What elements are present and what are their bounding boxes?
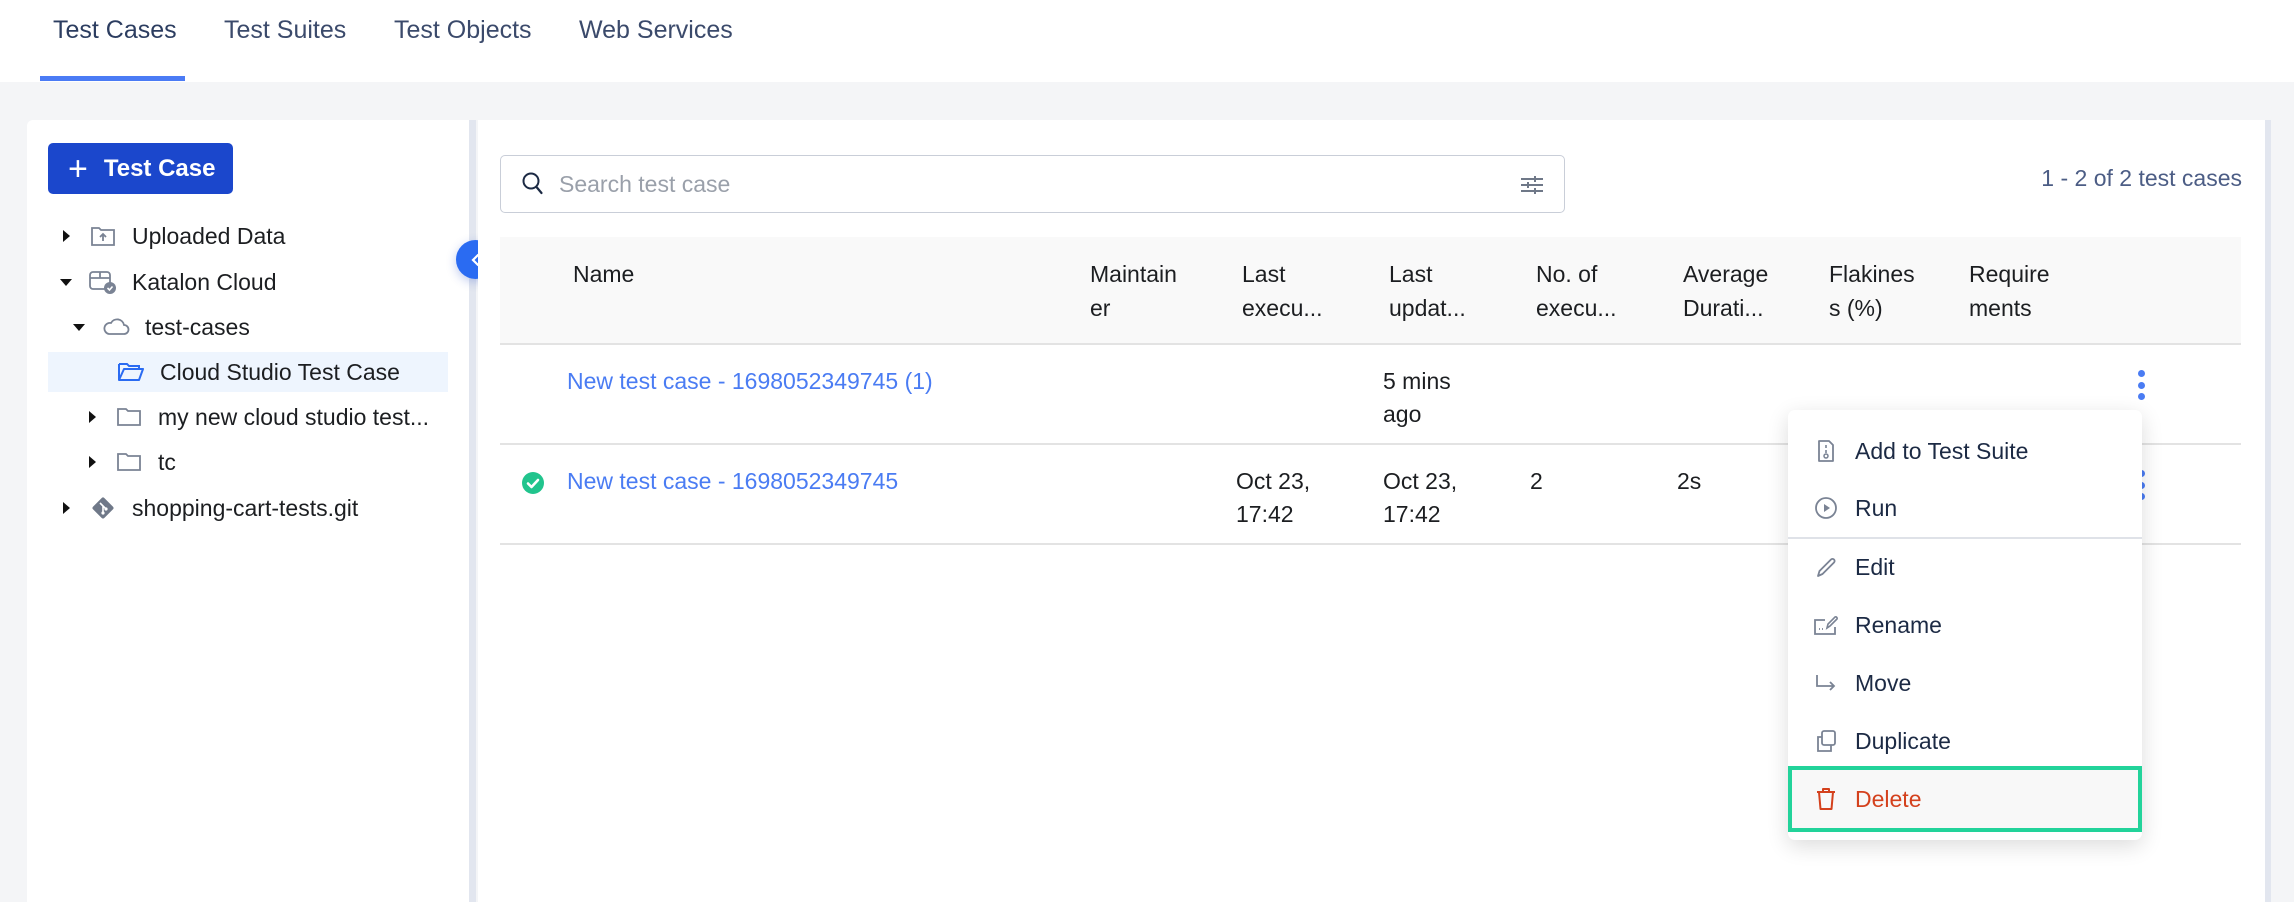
last-executed-cell: Oct 23, 17:42 xyxy=(1236,468,1311,527)
caret-down-icon[interactable] xyxy=(71,323,87,331)
menu-item-delete[interactable]: Delete xyxy=(1788,766,2142,832)
rename-icon xyxy=(1813,612,1839,638)
sidebar-resize-handle[interactable] xyxy=(469,120,476,902)
tree-item-label: test-cases xyxy=(145,313,250,340)
tree-item-katalon-cloud[interactable]: Katalon Cloud xyxy=(58,262,277,302)
tree-item-label: Katalon Cloud xyxy=(132,268,277,295)
right-scroll-gutter xyxy=(2265,120,2271,902)
tree-item-uploaded-data[interactable]: Uploaded Data xyxy=(58,216,285,256)
tree-item-my-new-cloud-studio-test[interactable]: my new cloud studio test... xyxy=(84,397,429,437)
menu-item-label: Move xyxy=(1855,669,1912,696)
folder-icon xyxy=(114,404,144,430)
last-updated-cell: Oct 23, 17:42 xyxy=(1383,468,1458,527)
move-arrow-icon xyxy=(1813,670,1839,696)
top-tab-bar: Test Cases Test Suites Test Objects Web … xyxy=(0,0,2294,82)
executions-count-cell: 2 xyxy=(1530,468,1543,494)
play-circle-icon xyxy=(1813,495,1839,521)
passed-status-icon xyxy=(522,472,544,494)
menu-item-label: Add to Test Suite xyxy=(1855,437,2029,464)
folder-open-icon xyxy=(116,359,146,385)
duplicate-icon xyxy=(1813,728,1839,754)
last-updated-cell: 5 mins ago xyxy=(1383,368,1451,427)
row-context-menu: Add to Test Suite Run Edit Rename Move D… xyxy=(1788,410,2142,840)
column-header-last-updated[interactable]: Last updat... xyxy=(1389,257,1466,325)
add-test-case-label: Test Case xyxy=(103,154,216,182)
menu-item-label: Edit xyxy=(1855,553,1895,580)
tree-item-test-cases[interactable]: test-cases xyxy=(71,307,250,347)
menu-item-rename[interactable]: Rename xyxy=(1788,596,2142,654)
menu-item-label: Run xyxy=(1855,494,1898,521)
column-header-requirements[interactable]: Require ments xyxy=(1969,257,2050,325)
cloud-storage-icon xyxy=(88,269,118,295)
menu-item-add-to-test-suite[interactable]: Add to Test Suite xyxy=(1788,422,2142,480)
pencil-icon xyxy=(1813,554,1839,580)
tree-item-label: Uploaded Data xyxy=(132,222,286,249)
active-tab-indicator xyxy=(40,76,185,81)
cloud-icon xyxy=(101,314,131,340)
tree-item-cloud-studio-test-case[interactable]: Cloud Studio Test Case xyxy=(48,352,448,392)
tab-test-objects[interactable]: Test Objects xyxy=(394,16,532,45)
caret-right-icon[interactable] xyxy=(84,456,100,468)
table-header: Name Maintain er Last execu... Last updat..… xyxy=(500,237,2241,345)
tree-item-label: tc xyxy=(158,448,176,475)
tab-test-suites[interactable]: Test Suites xyxy=(224,16,346,45)
tree-item-label: shopping-cart-tests.git xyxy=(132,494,359,521)
test-case-name-link[interactable]: New test case - 1698052349745 xyxy=(567,465,898,498)
search-input[interactable] xyxy=(559,170,1459,198)
add-test-case-button[interactable]: + Test Case xyxy=(48,143,233,194)
caret-right-icon[interactable] xyxy=(84,411,100,423)
column-header-flakiness[interactable]: Flakines s (%) xyxy=(1829,257,1915,325)
column-header-no-of-executions[interactable]: No. of execu... xyxy=(1536,257,1617,325)
menu-item-move[interactable]: Move xyxy=(1788,654,2142,712)
menu-item-label: Rename xyxy=(1855,611,1942,638)
results-count: 1 - 2 of 2 test cases xyxy=(2041,165,2242,191)
tree-item-label: Cloud Studio Test Case xyxy=(160,358,400,385)
filter-sliders-icon[interactable] xyxy=(1520,174,1544,201)
search-icon xyxy=(522,172,543,195)
column-header-maintainer[interactable]: Maintain er xyxy=(1090,257,1177,325)
column-header-average-duration[interactable]: Average Durati... xyxy=(1683,257,1768,325)
menu-item-duplicate[interactable]: Duplicate xyxy=(1788,712,2142,770)
row-actions-kebab-icon[interactable] xyxy=(2134,370,2148,400)
average-duration-cell: 2s xyxy=(1677,468,1702,494)
trash-icon xyxy=(1813,786,1839,812)
tab-web-services[interactable]: Web Services xyxy=(579,16,733,45)
tab-test-cases[interactable]: Test Cases xyxy=(53,16,177,45)
plus-icon: + xyxy=(68,149,88,188)
caret-down-icon[interactable] xyxy=(58,278,74,286)
test-case-name-link[interactable]: New test case - 1698052349745 (1) xyxy=(567,365,933,398)
column-header-name[interactable]: Name xyxy=(573,257,634,291)
tree-item-shopping-cart-tests-git[interactable]: shopping-cart-tests.git xyxy=(58,488,358,528)
menu-item-label: Duplicate xyxy=(1855,727,1951,754)
folder-upload-icon xyxy=(88,223,118,249)
folder-icon xyxy=(114,449,144,475)
test-suite-icon xyxy=(1813,438,1839,464)
menu-item-edit[interactable]: Edit xyxy=(1788,538,2142,596)
caret-right-icon[interactable] xyxy=(58,230,74,242)
menu-item-run[interactable]: Run xyxy=(1788,479,2142,537)
menu-item-label: Delete xyxy=(1855,785,1922,812)
caret-right-icon[interactable] xyxy=(58,502,74,514)
git-icon xyxy=(88,495,118,521)
tree-item-tc[interactable]: tc xyxy=(84,442,176,482)
column-header-last-executed[interactable]: Last execu... xyxy=(1242,257,1323,325)
search-bar xyxy=(500,155,1565,213)
tree-item-label: my new cloud studio test... xyxy=(158,403,430,430)
